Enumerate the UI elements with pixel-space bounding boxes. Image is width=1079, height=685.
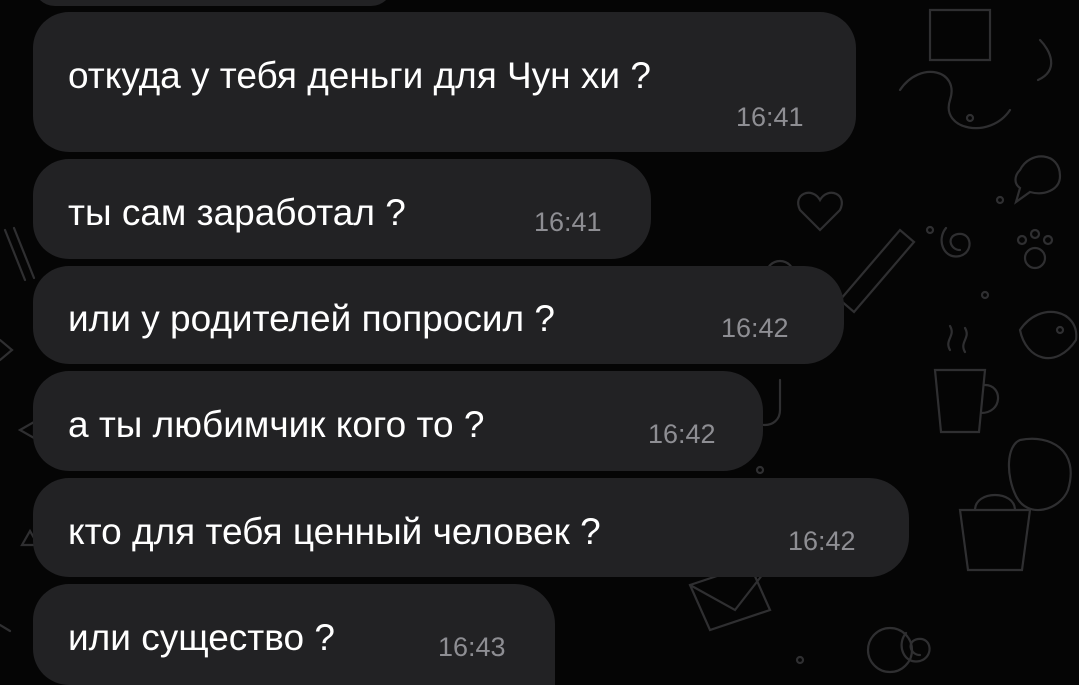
- pencil-doodle: [3, 226, 36, 282]
- steam-doodle: [947, 324, 968, 354]
- leaf-doodle: [1018, 310, 1078, 360]
- spiral-doodle-2: [900, 631, 931, 663]
- message-time: 16:42: [788, 526, 856, 556]
- ribbon-doodle: [898, 70, 1012, 130]
- cup-doodle: [933, 368, 1000, 434]
- message-time: 16:41: [534, 207, 602, 237]
- message-bubble[interactable]: или у родителей попросил ? 16:42: [33, 266, 844, 364]
- message-text: ты сам заработал ?: [68, 192, 406, 233]
- message-bubble[interactable]: кто для тебя ценный человек ? 16:42: [33, 478, 909, 577]
- jar-doodle: [928, 8, 992, 62]
- previous-message-bubble-edge: [33, 0, 393, 6]
- message-time: 16:43: [438, 632, 506, 662]
- message-bubble[interactable]: или существо ? 16:43: [33, 584, 555, 685]
- message-bubble[interactable]: а ты любимчик кого то ? 16:42: [33, 371, 763, 471]
- apple-doodle: [866, 626, 914, 674]
- message-text: а ты любимчик кого то ?: [68, 404, 485, 445]
- message-bubble[interactable]: откуда у тебя деньги для Чун хи ? 16:41: [33, 12, 856, 152]
- candy-doodle: [838, 228, 916, 314]
- message-time: 16:42: [721, 313, 789, 343]
- spiral-doodle: [940, 226, 971, 258]
- message-time: 16:41: [736, 102, 804, 132]
- heart-doodle: [797, 191, 843, 232]
- bag-doodle: [958, 494, 1032, 572]
- message-text: или существо ?: [68, 617, 335, 658]
- strawberry-doodle: [1007, 437, 1072, 512]
- message-text: кто для тебя ценный человек ?: [68, 511, 601, 552]
- message-text: откуда у тебя деньги для Чун хи ?: [68, 55, 651, 96]
- message-text: или у родителей попросил ?: [68, 298, 555, 339]
- bird-doodle: [1014, 155, 1062, 205]
- message-bubble[interactable]: ты сам заработал ? 16:41: [33, 159, 651, 259]
- chat-view: откуда у тебя деньги для Чун хи ? 16:41 …: [0, 0, 1079, 685]
- message-time: 16:42: [648, 419, 716, 449]
